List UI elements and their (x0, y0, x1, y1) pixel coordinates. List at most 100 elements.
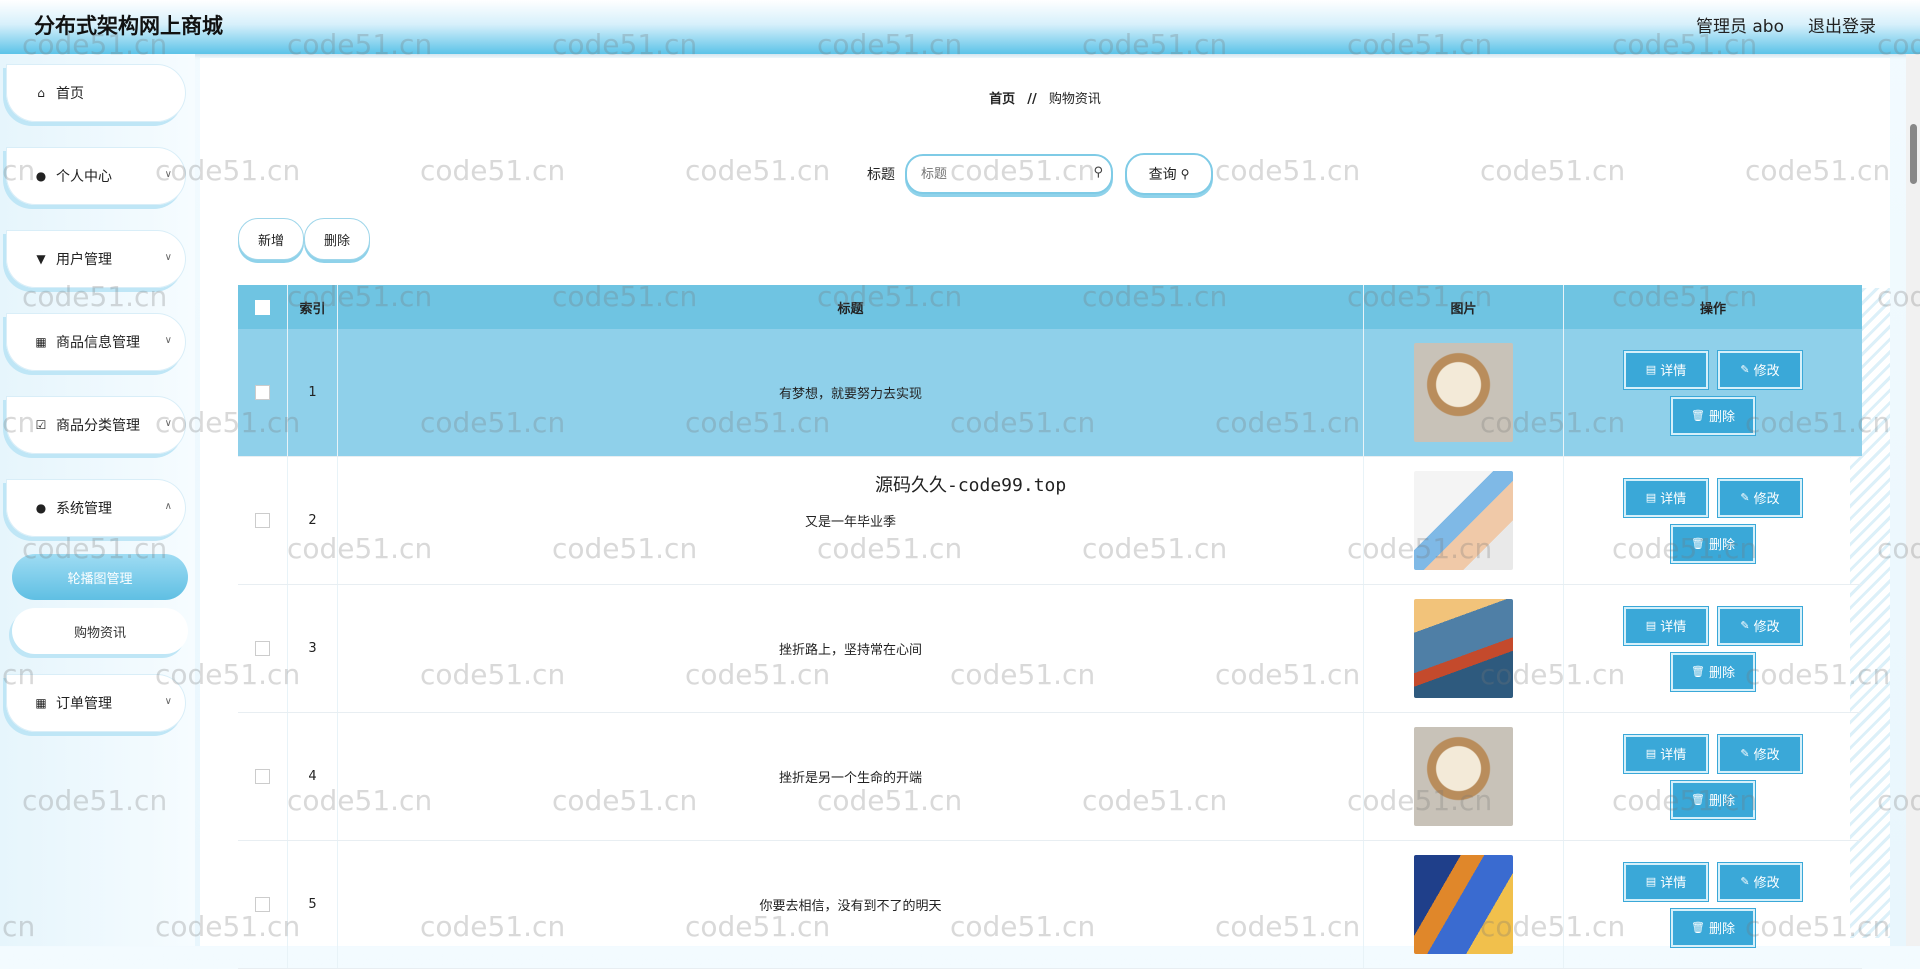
row-checkbox[interactable] (255, 513, 270, 528)
row-title: 挫折是另一个生命的开端 (338, 713, 1364, 840)
action-buttons: 新增 删除 (238, 218, 370, 260)
add-button[interactable]: 新增 (238, 218, 304, 260)
row-thumbnail (1414, 855, 1513, 954)
table-header: 索引 标题 图片 操作 (238, 285, 1862, 329)
sidebar-item-label: 个人中心 (56, 169, 112, 185)
edit-button-label: 修改 (1753, 492, 1780, 507)
person-icon: ● (35, 501, 47, 515)
overlay-text: 源码久久-code99.top (875, 475, 1067, 496)
select-all-checkbox[interactable] (255, 299, 270, 315)
edit-button[interactable]: ✎ 修改 (1718, 862, 1802, 901)
table-body: 1 有梦想，就要努力去实现 ▤ 详情 ✎ 修改 🗑 删除 2 又是一年毕业季 ▤ 详情 … (238, 329, 1862, 969)
search-input[interactable] (919, 156, 1083, 192)
sidebar-item-profile[interactable]: ● 个人中心 ∨ (6, 147, 186, 205)
page-scrollbar[interactable] (1906, 54, 1920, 946)
sidebar-item-label: 商品信息管理 (56, 335, 140, 351)
edit-button[interactable]: ✎ 修改 (1718, 478, 1802, 517)
row-index: 3 (288, 585, 338, 712)
sidebar-item-categories[interactable]: ☑ 商品分类管理 ∨ (6, 396, 186, 454)
edit-button-label: 修改 (1753, 748, 1780, 763)
chevron-down-icon: ∨ (164, 252, 172, 263)
search-icon: ⚲ (1180, 167, 1190, 181)
row-thumbnail (1414, 471, 1513, 570)
chevron-down-icon: ∨ (164, 169, 172, 180)
sidebar: ⌂ 首页 ● 个人中心 ∨ ▼ 用户管理 ∨ ▦ 商品信息管理 ∨ ☑ 商品分类… (0, 54, 195, 946)
search-bar: 标题 ⚲ 查询 ⚲ (867, 153, 1213, 195)
scrollbar-thumb[interactable] (1910, 124, 1917, 184)
document-icon: ▤ (1645, 875, 1657, 888)
row-title: 你要去相信，没有到不了的明天 (338, 841, 1364, 968)
edit-button[interactable]: ✎ 修改 (1718, 350, 1802, 389)
pencil-icon: ✎ (1740, 363, 1750, 376)
grid-icon: ▦ (35, 335, 47, 349)
sidebar-item-orders[interactable]: ▦ 订单管理 ∨ (6, 674, 186, 732)
batch-delete-button[interactable]: 删除 (304, 218, 370, 260)
row-checkbox[interactable] (255, 897, 270, 912)
delete-button[interactable]: 🗑 删除 (1671, 908, 1755, 947)
delete-button[interactable]: 🗑 删除 (1671, 652, 1755, 691)
sidebar-item-home[interactable]: ⌂ 首页 (6, 64, 186, 122)
sidebar-item-system[interactable]: ● 系统管理 ∧ (6, 479, 186, 537)
sidebar-item-label: 商品分类管理 (56, 418, 140, 434)
person-icon: ● (35, 169, 47, 183)
logout-link[interactable]: 退出登录 (1808, 12, 1876, 37)
sidebar-item-label: 订单管理 (56, 696, 112, 712)
detail-button-label: 详情 (1660, 876, 1687, 891)
sidebar-item-products[interactable]: ▦ 商品信息管理 ∨ (6, 313, 186, 371)
table-row[interactable]: 5 你要去相信，没有到不了的明天 ▤ 详情 ✎ 修改 🗑 删除 (238, 841, 1862, 969)
sidebar-item-users[interactable]: ▼ 用户管理 ∨ (6, 230, 186, 288)
trash-icon: 🗑 (1691, 409, 1705, 422)
row-checkbox[interactable] (255, 769, 270, 784)
detail-button-label: 详情 (1660, 748, 1687, 763)
query-button-label: 查询 (1148, 167, 1177, 183)
detail-button[interactable]: ▤ 详情 (1624, 606, 1708, 645)
category-icon: ☑ (35, 418, 47, 432)
query-button[interactable]: 查询 ⚲ (1125, 153, 1213, 195)
delete-button-label: 删除 (1708, 794, 1735, 809)
breadcrumb-home[interactable]: 首页 (989, 92, 1015, 107)
row-index: 1 (288, 329, 338, 456)
col-title: 标题 (338, 285, 1364, 329)
sidebar-subitem-news[interactable]: 购物资讯 (12, 608, 188, 654)
app-title: 分布式架构网上商城 (34, 14, 223, 38)
edit-button[interactable]: ✎ 修改 (1718, 606, 1802, 645)
row-title: 挫折路上，坚持常在心间 (338, 585, 1364, 712)
pencil-icon: ✎ (1740, 491, 1750, 504)
delete-button[interactable]: 🗑 删除 (1671, 780, 1755, 819)
col-ops: 操作 (1699, 301, 1726, 317)
detail-button[interactable]: ▤ 详情 (1624, 862, 1708, 901)
breadcrumb-separator: // (1027, 92, 1037, 107)
detail-button[interactable]: ▤ 详情 (1624, 350, 1708, 389)
user-manage-icon: ▼ (36, 252, 46, 266)
trash-icon: 🗑 (1691, 793, 1705, 806)
search-icon: ⚲ (1093, 165, 1103, 180)
delete-button[interactable]: 🗑 删除 (1671, 524, 1755, 563)
delete-button[interactable]: 🗑 删除 (1671, 396, 1755, 435)
table-row[interactable]: 4 挫折是另一个生命的开端 ▤ 详情 ✎ 修改 🗑 删除 (238, 713, 1862, 841)
chevron-down-icon: ∨ (164, 335, 172, 346)
edit-button-label: 修改 (1753, 620, 1780, 635)
table-row[interactable]: 1 有梦想，就要努力去实现 ▤ 详情 ✎ 修改 🗑 删除 (238, 329, 1862, 457)
chevron-down-icon: ∨ (164, 418, 172, 429)
delete-button-label: 删除 (1708, 666, 1735, 681)
delete-button-label: 删除 (1708, 410, 1735, 425)
detail-button[interactable]: ▤ 详情 (1624, 734, 1708, 773)
detail-button-label: 详情 (1660, 492, 1687, 507)
breadcrumb: 首页 // 购物资讯 (200, 88, 1890, 107)
top-header: 分布式架构网上商城 管理员 abo 退出登录 (0, 0, 1920, 54)
col-index: 索引 (288, 285, 338, 329)
row-checkbox[interactable] (255, 385, 270, 400)
row-index: 2 (288, 457, 338, 584)
trash-icon: 🗑 (1691, 665, 1705, 678)
table-row[interactable]: 3 挫折路上，坚持常在心间 ▤ 详情 ✎ 修改 🗑 删除 (238, 585, 1862, 713)
sidebar-subitem-carousel[interactable]: 轮播图管理 (12, 554, 188, 600)
breadcrumb-current: 购物资讯 (1048, 92, 1101, 107)
pencil-icon: ✎ (1740, 875, 1750, 888)
edit-button[interactable]: ✎ 修改 (1718, 734, 1802, 773)
detail-button[interactable]: ▤ 详情 (1624, 478, 1708, 517)
sidebar-item-label: 系统管理 (56, 501, 112, 517)
sidebar-item-label: 首页 (56, 86, 84, 102)
news-table: 索引 标题 图片 操作 1 有梦想，就要努力去实现 ▤ 详情 ✎ 修改 🗑 删除 2 … (238, 285, 1862, 969)
pencil-icon: ✎ (1740, 747, 1750, 760)
row-checkbox[interactable] (255, 641, 270, 656)
